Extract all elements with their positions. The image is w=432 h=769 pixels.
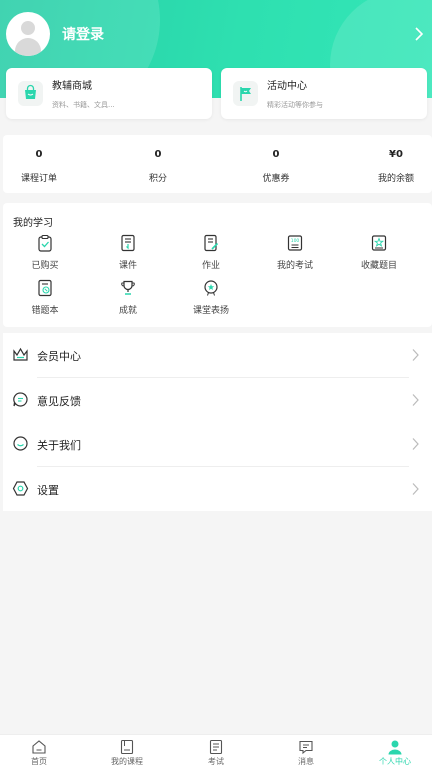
message-icon [299, 740, 313, 755]
stat-points[interactable]: 0 积分 [123, 135, 193, 193]
login-link[interactable]: 请登录 [62, 24, 104, 44]
stat-value: 0 [35, 149, 43, 160]
study-item-label: 我的考试 [276, 261, 313, 271]
shop-title: 教辅商城 [52, 81, 92, 92]
stat-value: ¥0 [389, 149, 403, 160]
study-item-label: 课堂表扬 [192, 306, 229, 316]
chevron-right-icon [412, 349, 419, 361]
settings-menu: 会员中心 意见反馈 关于我们 设置 [3, 333, 432, 511]
crown-icon [13, 347, 28, 361]
study-item-error-book[interactable]: 错题本 [5, 279, 85, 316]
menu-item-label: 意见反馈 [37, 395, 81, 408]
home-icon [32, 740, 46, 754]
my-study-panel: 我的学习 已购买 课件 作业 100 我的考试 收藏题目 错题本 成就 课堂表扬 [3, 203, 432, 327]
stat-label: 积分 [148, 174, 167, 184]
tab-home[interactable]: 首页 [0, 735, 82, 769]
section-title: 我的学习 [13, 218, 53, 229]
study-item-saved-questions[interactable]: 收藏题目 [339, 234, 419, 271]
study-item-label: 作业 [201, 261, 220, 271]
feedback-icon [13, 392, 28, 407]
stat-label: 我的余额 [377, 174, 414, 184]
study-item-achievements[interactable]: 成就 [88, 279, 168, 316]
menu-item-membership[interactable]: 会员中心 [3, 333, 432, 377]
menu-item-settings[interactable]: 设置 [3, 467, 432, 511]
trophy-icon [121, 280, 135, 295]
study-item-label: 错题本 [31, 306, 59, 316]
chevron-right-icon [412, 394, 419, 406]
activity-card[interactable]: 活动中心 精彩活动等你参与 [221, 68, 427, 119]
flag-icon [233, 81, 258, 106]
stat-course-orders[interactable]: 0 课程订单 [3, 135, 75, 193]
tab-label: 个人中心 [379, 757, 411, 766]
error-book-icon [38, 279, 52, 297]
study-item-my-exams[interactable]: 100 我的考试 [255, 234, 335, 271]
chevron-right-icon [412, 438, 419, 450]
profile-icon [388, 740, 402, 755]
shop-subtitle: 资料、书籍、文具... [52, 101, 115, 109]
menu-item-feedback[interactable]: 意见反馈 [3, 378, 432, 422]
study-item-homework[interactable]: 作业 [171, 234, 251, 271]
stat-value: 0 [154, 149, 162, 160]
shopping-bag-icon [18, 81, 43, 106]
bookmark-star-icon [371, 235, 387, 251]
exam-score-icon: 100 [287, 235, 303, 251]
study-item-purchased[interactable]: 已购买 [5, 234, 85, 271]
stats-panel: 0 课程订单 0 积分 0 优惠券 ¥0 我的余额 [3, 135, 432, 193]
stat-value: 0 [272, 149, 280, 160]
stat-label: 课程订单 [20, 174, 57, 184]
clipboard-check-icon [38, 234, 52, 252]
stat-coupons[interactable]: 0 优惠券 [241, 135, 311, 193]
tab-label: 消息 [298, 757, 314, 766]
document-edit-icon [204, 234, 219, 252]
menu-item-label: 会员中心 [37, 350, 81, 363]
smile-icon [13, 436, 28, 451]
shop-card[interactable]: 教辅商城 资料、书籍、文具... [6, 68, 212, 119]
tab-messages[interactable]: 消息 [263, 735, 349, 769]
menu-item-label: 设置 [37, 484, 59, 497]
stat-balance[interactable]: ¥0 我的余额 [361, 135, 431, 193]
avatar[interactable] [6, 12, 50, 56]
tab-exams[interactable]: 考试 [173, 735, 259, 769]
medal-icon [204, 280, 218, 296]
chevron-right-icon[interactable] [412, 26, 426, 42]
exam-icon [209, 739, 223, 755]
study-item-label: 课件 [118, 261, 137, 271]
study-item-class-praise[interactable]: 课堂表扬 [171, 279, 251, 316]
menu-item-label: 关于我们 [37, 439, 81, 452]
menu-item-about-us[interactable]: 关于我们 [3, 422, 432, 466]
settings-icon [12, 481, 29, 496]
tab-profile[interactable]: 个人中心 [352, 735, 432, 769]
svg-text:100: 100 [291, 238, 300, 244]
activity-subtitle: 精彩活动等你参与 [267, 101, 323, 109]
study-item-label: 已购买 [31, 261, 59, 271]
tab-label: 我的课程 [111, 757, 143, 766]
bottom-tab-bar: 首页 我的课程 考试 消息 个人中心 [0, 734, 432, 769]
course-icon [120, 739, 134, 755]
study-item-label: 收藏题目 [360, 261, 397, 271]
study-item-courseware[interactable]: 课件 [88, 234, 168, 271]
chevron-right-icon [412, 483, 419, 495]
tab-label: 首页 [31, 757, 47, 766]
tab-label: 考试 [208, 757, 224, 766]
tab-my-courses[interactable]: 我的课程 [84, 735, 170, 769]
document-download-icon [121, 234, 135, 252]
activity-title: 活动中心 [267, 81, 307, 92]
study-item-label: 成就 [118, 306, 137, 316]
stat-label: 优惠券 [262, 174, 290, 184]
